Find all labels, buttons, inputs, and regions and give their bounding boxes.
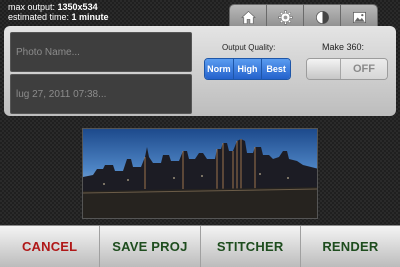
image-icon: [352, 11, 366, 24]
cancel-button[interactable]: CANCEL: [0, 226, 101, 267]
estimated-time-label: estimated time:: [8, 12, 72, 22]
quality-option-high[interactable]: High: [233, 59, 263, 79]
render-button[interactable]: RENDER: [301, 226, 400, 267]
panorama-image: [83, 129, 317, 218]
settings-panel: Photo Name... lug 27, 2011 07:38... Outp…: [4, 26, 396, 116]
panorama-preview[interactable]: [82, 128, 318, 219]
make360-toggle[interactable]: OFF: [306, 58, 388, 80]
make360-label: Make 360:: [322, 42, 365, 52]
quality-option-best[interactable]: Best: [262, 59, 290, 79]
date-field[interactable]: lug 27, 2011 07:38...: [10, 74, 192, 114]
estimated-time-line: estimated time: 1 minute: [8, 12, 109, 22]
stitcher-button[interactable]: STITCHER: [201, 226, 301, 267]
contrast-icon: [315, 11, 329, 24]
output-quality-label: Output Quality:: [222, 43, 276, 52]
max-output-line: max output: 1350x534: [8, 2, 109, 12]
photo-name-field[interactable]: Photo Name...: [10, 32, 192, 72]
toggle-state-label: OFF: [341, 59, 387, 79]
output-info: max output: 1350x534 estimated time: 1 m…: [8, 2, 109, 22]
home-icon: [240, 11, 256, 24]
max-output-label: max output:: [8, 2, 58, 12]
gear-icon: [278, 10, 292, 25]
max-output-value: 1350x534: [57, 2, 98, 12]
quality-option-norm[interactable]: Norm: [205, 59, 234, 79]
save-project-button[interactable]: SAVE PROJ: [100, 226, 201, 267]
bottom-action-bar: CANCEL SAVE PROJ STITCHER RENDER: [0, 225, 400, 267]
toggle-knob: [307, 59, 341, 79]
output-quality-segmented-control: Norm High Best: [204, 58, 291, 80]
estimated-time-value: 1 minute: [71, 12, 109, 22]
